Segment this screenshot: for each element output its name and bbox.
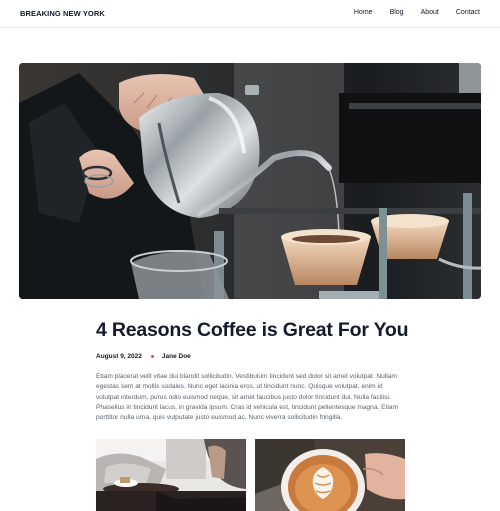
main-nav: Home Blog About Contact — [337, 9, 480, 16]
nav-contact-link[interactable]: Contact — [456, 9, 480, 16]
article-body: Etiam placerat velit vitae dui blandit s… — [96, 373, 399, 422]
site-header: BREAKING NEW YORK Home Blog About Contac… — [0, 0, 500, 28]
separator-dot-icon — [150, 355, 154, 358]
nav-blog-link[interactable]: Blog — [390, 9, 404, 16]
nav-about-link[interactable]: About — [421, 9, 439, 16]
hero-image — [19, 63, 481, 299]
article-author[interactable]: Jane Doe — [162, 353, 191, 360]
gallery-image-latte — [255, 439, 405, 511]
article-date: August 9, 2022 — [96, 353, 142, 360]
site-logo[interactable]: BREAKING NEW YORK — [20, 9, 105, 18]
gallery-image-cafe — [96, 439, 246, 511]
nav-home-link[interactable]: Home — [354, 9, 373, 16]
article-title: 4 Reasons Coffee is Great For You — [96, 319, 409, 341]
article-meta: August 9, 2022 Jane Doe — [96, 353, 191, 360]
